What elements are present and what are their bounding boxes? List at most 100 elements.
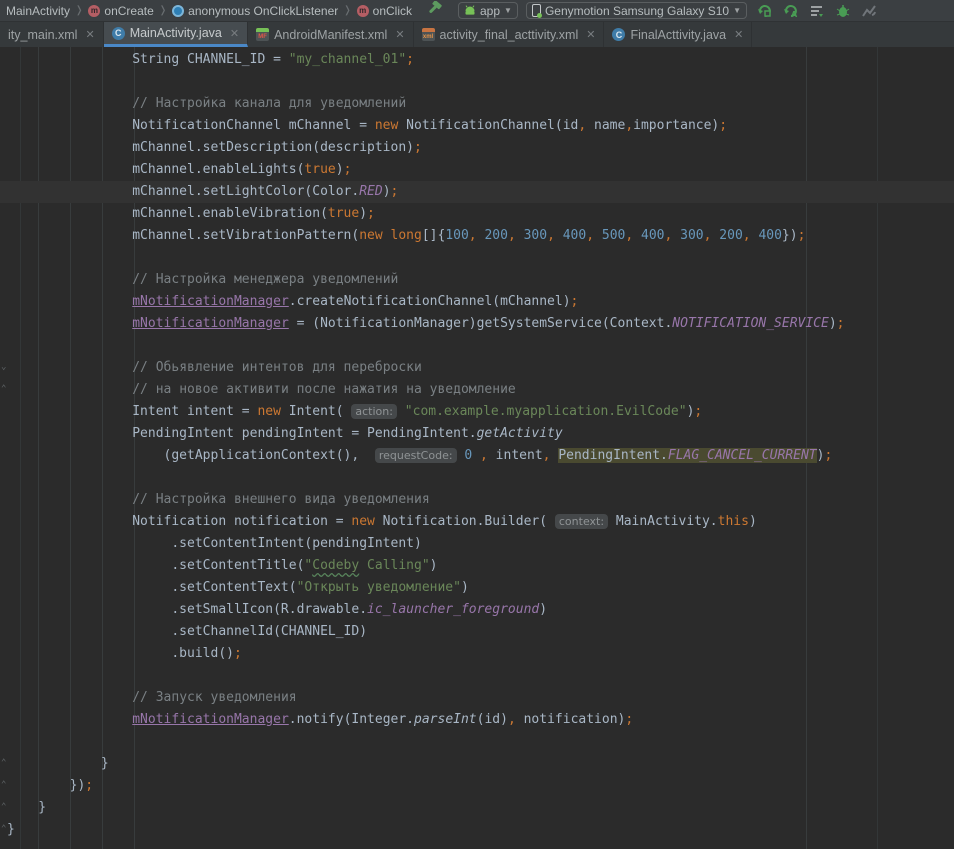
- code-token: [472, 448, 480, 463]
- code-line[interactable]: mChannel.enableVibration(true);: [0, 203, 954, 225]
- breadcrumb-separator: ❭: [342, 5, 352, 16]
- debug-icon[interactable]: [835, 2, 852, 19]
- method-icon: m: [88, 5, 100, 17]
- parameter-hint: requestCode:: [375, 448, 457, 463]
- code-line[interactable]: // Запуск уведомления: [0, 687, 954, 709]
- code-line[interactable]: }: [0, 819, 954, 841]
- android-icon: [464, 5, 476, 16]
- fold-marker-icon[interactable]: ⌃: [1, 759, 10, 768]
- close-tab-icon[interactable]: ✕: [85, 28, 94, 41]
- code-line[interactable]: (getApplicationContext(), requestCode: 0…: [0, 445, 954, 467]
- breadcrumb-label: anonymous OnClickListener: [188, 4, 338, 18]
- code-token: ;: [406, 52, 414, 67]
- breadcrumb-item-onclick[interactable]: monClick: [355, 4, 414, 18]
- code-line[interactable]: // Настройка внешнего вида уведомления: [0, 489, 954, 511]
- code-token: ,: [625, 118, 633, 133]
- close-tab-icon[interactable]: ✕: [734, 28, 743, 41]
- code-token: ): [461, 580, 469, 595]
- tab-androidmanifest-xml[interactable]: MFAndroidManifest.xml✕: [248, 22, 413, 47]
- code-token: [397, 404, 405, 419]
- fold-marker-icon[interactable]: ⌃: [1, 825, 10, 834]
- code-line[interactable]: Notification notification = new Notifica…: [0, 511, 954, 533]
- code-line[interactable]: mChannel.enableLights(true);: [0, 159, 954, 181]
- code-token: [7, 382, 132, 397]
- code-token: ;: [837, 316, 845, 331]
- fold-marker-icon[interactable]: ⌄: [1, 363, 10, 372]
- tab-activity-final-acttivity-xml[interactable]: xmlactivity_final_acttivity.xml✕: [414, 22, 605, 47]
- parameter-hint: context:: [555, 514, 608, 529]
- code-line[interactable]: mChannel.setDescription(description);: [0, 137, 954, 159]
- anonymous-class-icon: [172, 5, 184, 17]
- tab-mainactivity-java[interactable]: CMainActivity.java✕: [104, 22, 248, 47]
- code-line[interactable]: .setSmallIcon(R.drawable.ic_launcher_for…: [0, 599, 954, 621]
- code-line[interactable]: [0, 71, 954, 93]
- code-token: .createNotificationChannel(mChannel): [289, 294, 571, 309]
- code-line[interactable]: mChannel.setLightColor(Color.RED);: [0, 181, 954, 203]
- build-hammer-icon[interactable]: [428, 1, 444, 21]
- code-token: ;: [414, 140, 422, 155]
- apply-code-changes-icon[interactable]: A: [783, 2, 800, 19]
- code-line[interactable]: }: [0, 797, 954, 819]
- code-line[interactable]: String CHANNEL_ID = "my_channel_01";: [0, 49, 954, 71]
- code-line[interactable]: mNotificationManager = (NotificationMana…: [0, 313, 954, 335]
- apply-changes-icon[interactable]: [757, 2, 774, 19]
- code-editor[interactable]: String CHANNEL_ID = "my_channel_01"; // …: [0, 47, 954, 849]
- fold-marker-icon[interactable]: ⌃: [1, 803, 10, 812]
- code-line[interactable]: PendingIntent pendingIntent = PendingInt…: [0, 423, 954, 445]
- code-token: ,: [480, 448, 488, 463]
- close-tab-icon[interactable]: ✕: [586, 28, 595, 41]
- code-line[interactable]: .setChannelId(CHANNEL_ID): [0, 621, 954, 643]
- code-token: NOTIFICATION_SERVICE: [672, 316, 829, 331]
- code-line[interactable]: [0, 665, 954, 687]
- close-tab-icon[interactable]: ✕: [230, 27, 239, 40]
- code-line[interactable]: // Обьявление интентов для переброски: [0, 357, 954, 379]
- code-token: [594, 228, 602, 243]
- code-token: mChannel.enableVibration(: [7, 206, 328, 221]
- phone-icon: [532, 4, 541, 17]
- breadcrumb-item-anonymous-onclicklistener[interactable]: anonymous OnClickListener: [170, 4, 340, 18]
- fold-marker-icon[interactable]: ⌃: [1, 385, 10, 394]
- parameter-hint: action:: [351, 404, 397, 419]
- code-token: .notify(Integer.: [289, 712, 414, 727]
- code-token: new: [351, 514, 374, 529]
- close-tab-icon[interactable]: ✕: [395, 28, 404, 41]
- code-line[interactable]: [0, 335, 954, 357]
- code-token: FLAG_CANCEL_CURRENT: [668, 448, 817, 463]
- code-line[interactable]: [0, 247, 954, 269]
- code-token: ,: [578, 118, 586, 133]
- breadcrumb-item-oncreate[interactable]: monCreate: [86, 4, 155, 18]
- code-line[interactable]: .build();: [0, 643, 954, 665]
- code-token: .setContentText(: [7, 580, 297, 595]
- code-line[interactable]: mChannel.setVibrationPattern(new long[]{…: [0, 225, 954, 247]
- code-token: // Настройка менеджера уведомлений: [132, 272, 398, 287]
- build-variants-icon[interactable]: [809, 2, 826, 19]
- profiler-icon[interactable]: [861, 2, 878, 19]
- code-line[interactable]: mNotificationManager.createNotificationC…: [0, 291, 954, 313]
- code-line[interactable]: .setContentText("Открыть уведомление"): [0, 577, 954, 599]
- tab-ity-main-xml[interactable]: ity_main.xml✕: [0, 22, 104, 47]
- code-token: ): [383, 184, 391, 199]
- code-token: NotificationChannel mChannel =: [7, 118, 375, 133]
- code-line[interactable]: mNotificationManager.notify(Integer.pars…: [0, 709, 954, 731]
- code-line[interactable]: Intent intent = new Intent( action: "com…: [0, 401, 954, 423]
- code-line[interactable]: // Настройка менеджера уведомлений: [0, 269, 954, 291]
- tab-finalacttivity-java[interactable]: CFinalActtivity.java✕: [604, 22, 752, 47]
- fold-marker-icon[interactable]: ⌃: [1, 781, 10, 790]
- code-line[interactable]: .setContentIntent(pendingIntent): [0, 533, 954, 555]
- device-select[interactable]: Genymotion Samsung Galaxy S10 ▼: [526, 2, 747, 19]
- breadcrumb-item-mainactivity[interactable]: MainActivity: [4, 4, 72, 18]
- code-line[interactable]: [0, 467, 954, 489]
- code-line[interactable]: [0, 731, 954, 753]
- code-line[interactable]: NotificationChannel mChannel = new Notif…: [0, 115, 954, 137]
- run-configuration-select[interactable]: app ▼: [458, 2, 518, 19]
- code-token: "Открыть уведомление": [297, 580, 461, 595]
- code-token: [7, 96, 132, 111]
- code-line[interactable]: // на новое активити после нажатия на ув…: [0, 379, 954, 401]
- code-line[interactable]: }: [0, 753, 954, 775]
- code-line[interactable]: });: [0, 775, 954, 797]
- code-token: // Запуск уведомления: [132, 690, 296, 705]
- code-area[interactable]: String CHANNEL_ID = "my_channel_01"; // …: [0, 49, 954, 841]
- code-token: ,: [469, 228, 477, 243]
- code-line[interactable]: .setContentTitle("Codeby Calling"): [0, 555, 954, 577]
- code-line[interactable]: // Настройка канала для уведомлений: [0, 93, 954, 115]
